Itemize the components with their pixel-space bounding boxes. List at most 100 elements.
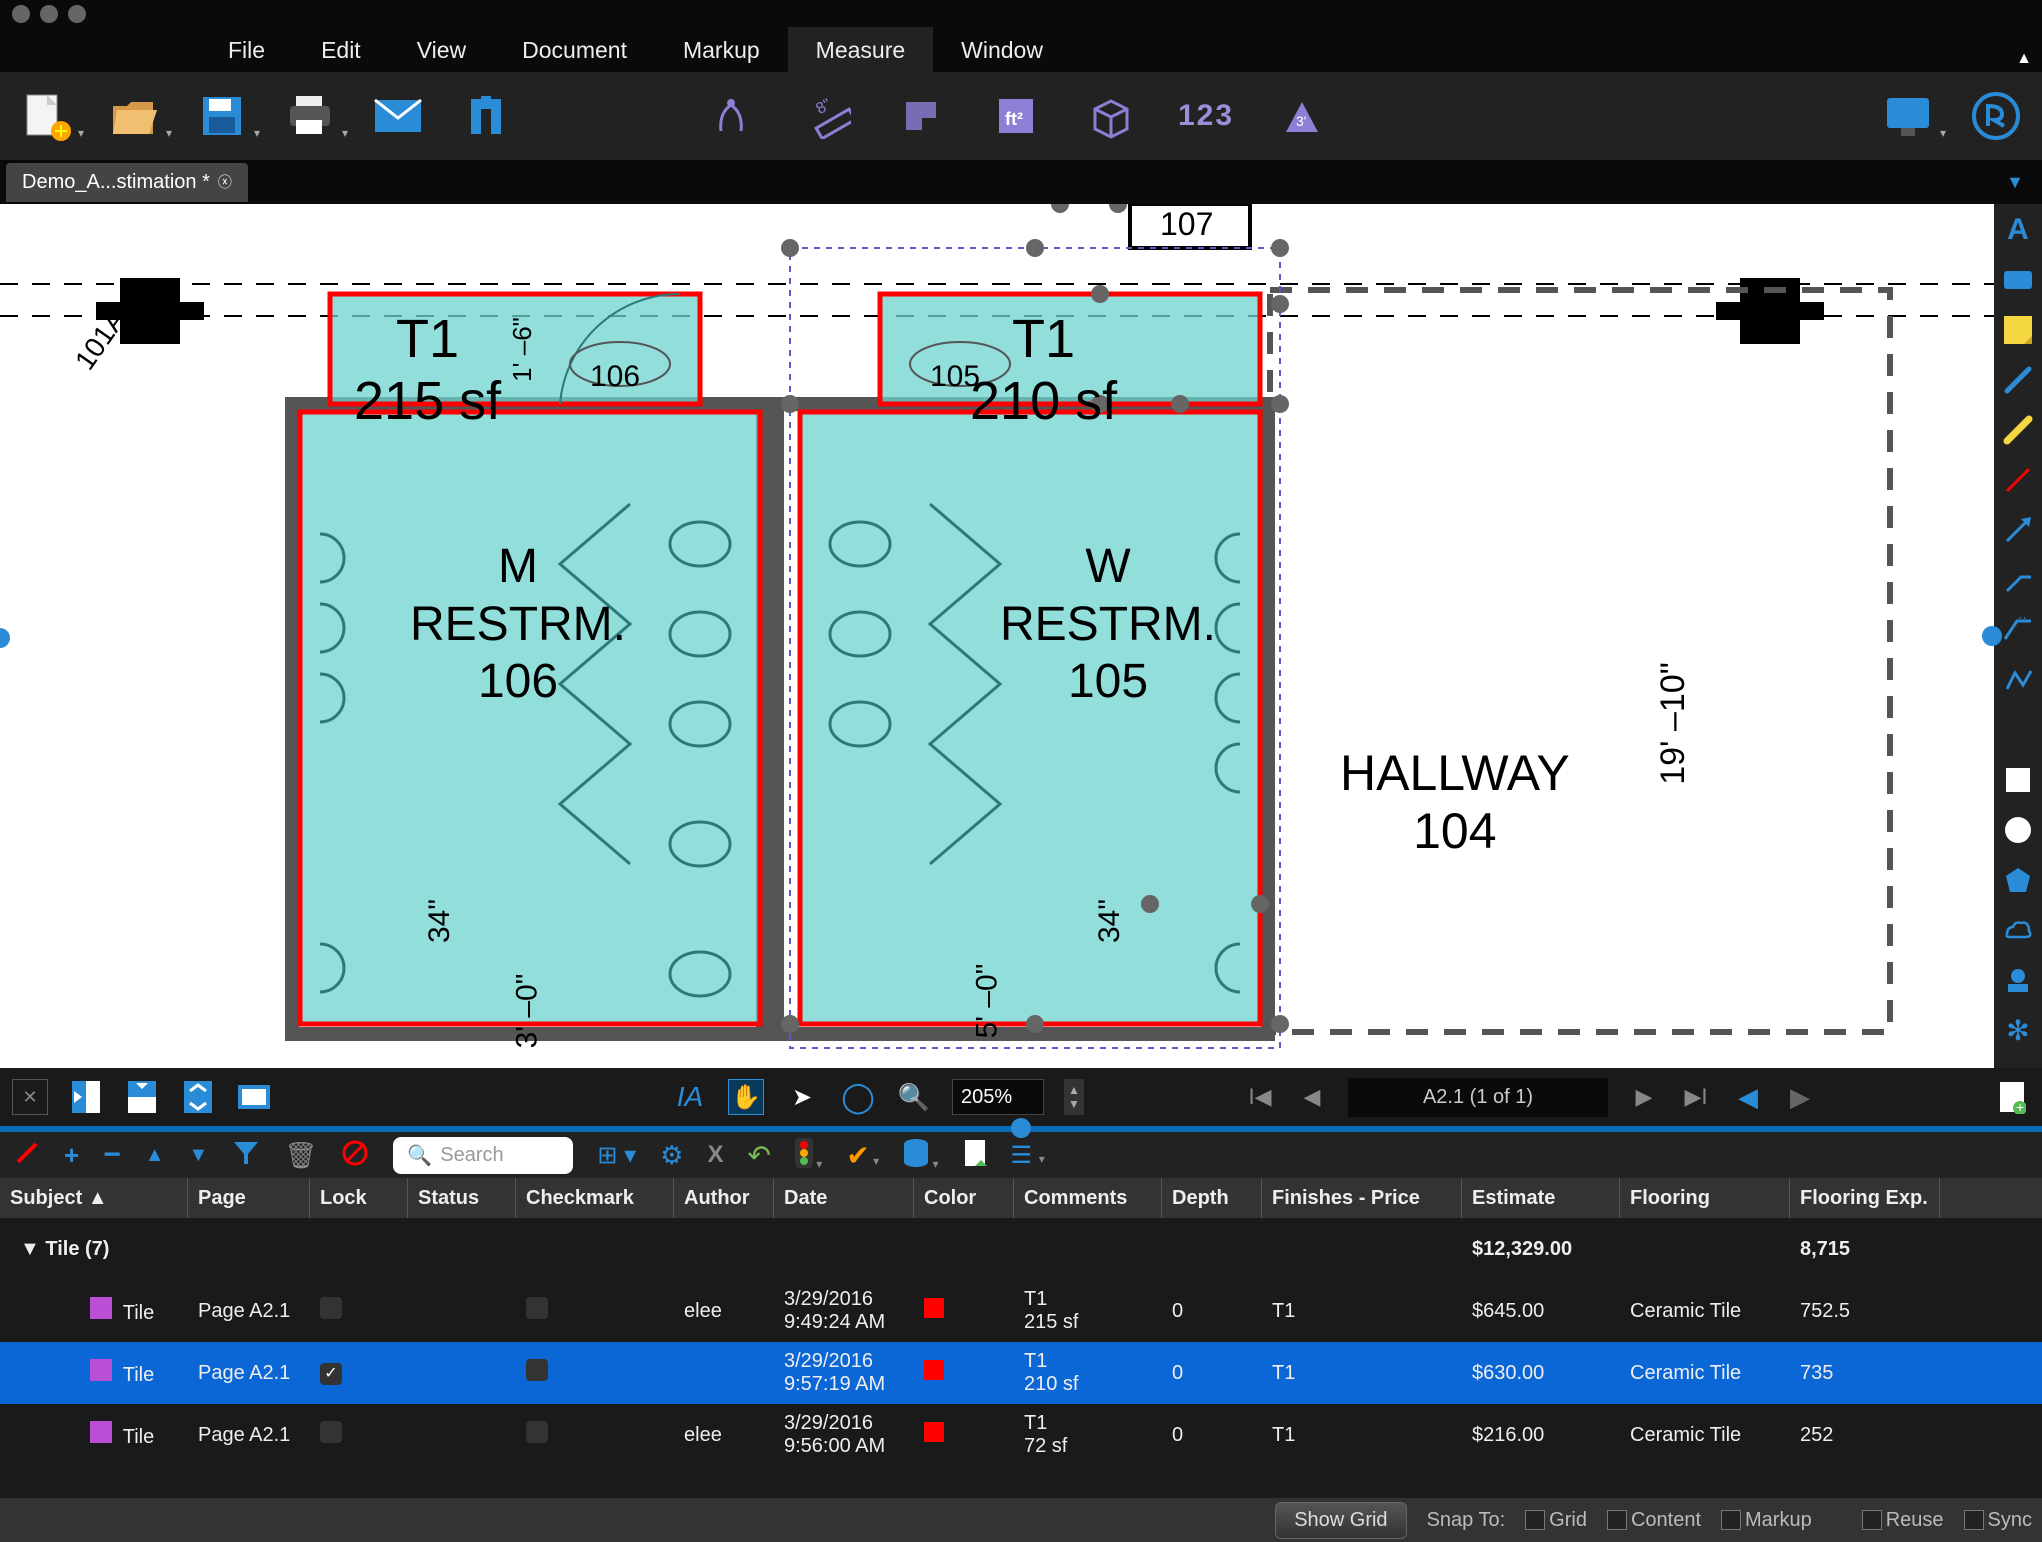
length-tool-icon[interactable]: 8"	[802, 90, 854, 142]
zoom-input[interactable]	[952, 1079, 1044, 1115]
column-header[interactable]: Estimate	[1462, 1178, 1620, 1218]
fit-width-icon[interactable]	[236, 1079, 272, 1115]
column-header[interactable]: Subject ▲	[0, 1178, 188, 1218]
new-file-button[interactable]: ▾	[20, 90, 72, 142]
reply-icon[interactable]: ↶	[747, 1139, 770, 1172]
polyline-tool-icon[interactable]	[2002, 664, 2034, 696]
delete-icon[interactable]: X	[707, 1141, 723, 1169]
count-tool-button[interactable]: 123	[1178, 99, 1234, 133]
text-tool-icon[interactable]: A	[2002, 214, 2034, 246]
email-button[interactable]	[372, 90, 424, 142]
text-select-tool-icon[interactable]: IA	[672, 1079, 708, 1115]
reuse-checkbox[interactable]	[1862, 1510, 1882, 1530]
close-tab-icon[interactable]: ⓧ	[218, 172, 232, 192]
document-tab[interactable]: Demo_A...stimation * ⓧ	[6, 163, 248, 202]
snap-content-checkbox[interactable]	[1607, 1510, 1627, 1530]
prev-view-icon[interactable]: ◀	[1732, 1081, 1764, 1113]
polygon-tool-icon[interactable]	[2002, 864, 2034, 896]
move-up-icon[interactable]: ▲	[145, 1144, 165, 1167]
column-header[interactable]: Flooring	[1620, 1178, 1790, 1218]
column-header[interactable]: Color	[914, 1178, 1014, 1218]
export-icon[interactable]	[963, 1138, 987, 1173]
traffic-max-icon[interactable]	[68, 5, 86, 23]
checkmark-box[interactable]	[526, 1359, 548, 1381]
calibrate-tool-icon[interactable]	[708, 90, 760, 142]
lock-checkbox[interactable]	[320, 1421, 342, 1443]
column-header[interactable]: Page	[188, 1178, 310, 1218]
remove-markup-icon[interactable]: −	[103, 1138, 121, 1172]
zoom-tool-icon[interactable]: 🔍	[896, 1079, 932, 1115]
open-file-button[interactable]: ▾	[108, 90, 160, 142]
menu-file[interactable]: File	[200, 27, 293, 74]
summary-row[interactable]: ▼ Tile (7) $12,329.00 8,715	[0, 1218, 2042, 1280]
print-button[interactable]: ▾	[284, 90, 336, 142]
lasso-tool-icon[interactable]: ◯	[840, 1079, 876, 1115]
panel-handle-right[interactable]	[1982, 626, 2002, 646]
list-icon[interactable]: ☰ ▾	[1011, 1141, 1045, 1170]
snap-markup-checkbox[interactable]	[1721, 1510, 1741, 1530]
drawing-canvas[interactable]: 101A T1 215 sf 106 M RESTRM. 106 T1 210 …	[0, 204, 1994, 1068]
menu-view[interactable]: View	[389, 27, 494, 74]
volume-tool-icon[interactable]	[1084, 90, 1136, 142]
column-header[interactable]: Finishes - Price	[1262, 1178, 1462, 1218]
stamp-tool-icon[interactable]	[2002, 964, 2034, 996]
next-view-icon[interactable]: ▶	[1784, 1081, 1816, 1113]
table-row[interactable]: Tile Page A2.1 elee 3/29/2016 9:56:00 AM…	[0, 1404, 2042, 1466]
last-page-icon[interactable]: ▶I	[1680, 1081, 1712, 1113]
menu-markup[interactable]: Markup	[655, 27, 788, 74]
typewriter-tool-icon[interactable]	[2002, 264, 2034, 296]
checkmark-box[interactable]	[526, 1421, 548, 1443]
prev-page-icon[interactable]: ◀	[1296, 1081, 1328, 1113]
lock-checkbox[interactable]: ✓	[320, 1363, 342, 1385]
columns-icon[interactable]: ⊞ ▾	[597, 1141, 636, 1170]
dimension-tool-icon[interactable]: A	[2002, 614, 2034, 646]
settings-gear-icon[interactable]: ✻	[2002, 1014, 2034, 1046]
column-header[interactable]: Depth	[1162, 1178, 1262, 1218]
new-page-icon[interactable]: +	[1994, 1079, 2030, 1115]
markup-search-input[interactable]: 🔍Search	[393, 1137, 573, 1174]
ellipse-tool-icon[interactable]	[2002, 814, 2034, 846]
cloud-tool-icon[interactable]	[2002, 914, 2034, 946]
status-light-icon[interactable]: ▾	[795, 1138, 822, 1173]
area-tool-icon[interactable]	[896, 90, 948, 142]
table-row[interactable]: Tile Page A2.1 elee 3/29/2016 9:49:24 AM…	[0, 1280, 2042, 1342]
lock-checkbox[interactable]	[320, 1297, 342, 1319]
callout-tool-icon[interactable]	[2002, 564, 2034, 596]
menu-window[interactable]: Window	[933, 27, 1071, 74]
pan-tool-icon[interactable]: ✋	[728, 1079, 764, 1115]
note-tool-icon[interactable]	[2002, 314, 2034, 346]
single-page-icon[interactable]	[68, 1079, 104, 1115]
panel-collapse-icon[interactable]: ▲	[2016, 50, 2032, 68]
traffic-close-icon[interactable]	[12, 5, 30, 23]
snap-grid-checkbox[interactable]	[1525, 1510, 1545, 1530]
split-handle[interactable]	[1011, 1118, 1031, 1138]
pen-tool-icon[interactable]	[2002, 364, 2034, 396]
fit-page-icon[interactable]	[180, 1079, 216, 1115]
dynamic-fill-tool-icon[interactable]: ft²	[990, 90, 1042, 142]
checkmark-icon[interactable]: ✔ ▾	[846, 1139, 879, 1172]
add-markup-icon[interactable]: +	[64, 1140, 79, 1171]
column-header[interactable]: Date	[774, 1178, 914, 1218]
menu-measure[interactable]: Measure	[788, 27, 933, 74]
revu-logo-icon[interactable]	[1970, 90, 2022, 142]
page-indicator[interactable]: A2.1 (1 of 1)	[1348, 1078, 1608, 1117]
column-header[interactable]: Flooring Exp.	[1790, 1178, 1940, 1218]
column-header[interactable]: Comments	[1014, 1178, 1162, 1218]
save-button[interactable]: ▾	[196, 90, 248, 142]
column-header[interactable]: Checkmark	[516, 1178, 674, 1218]
filled-rect-tool-icon[interactable]	[2002, 764, 2034, 796]
rectangle-tool-icon[interactable]	[2002, 714, 2034, 746]
filter-icon[interactable]	[232, 1140, 260, 1171]
first-page-icon[interactable]: I◀	[1244, 1081, 1276, 1113]
clear-icon[interactable]	[341, 1139, 369, 1172]
highlight-tool-icon[interactable]	[2002, 414, 2034, 446]
sync-checkbox[interactable]	[1964, 1510, 1984, 1530]
menu-edit[interactable]: Edit	[293, 27, 389, 74]
show-grid-button[interactable]: Show Grid	[1275, 1502, 1406, 1539]
continuous-page-icon[interactable]	[124, 1079, 160, 1115]
presentation-button[interactable]: ▾	[1882, 90, 1934, 142]
menu-document[interactable]: Document	[494, 27, 655, 74]
manage-columns-icon[interactable]: ⚙	[660, 1140, 683, 1171]
zoom-stepper-icon[interactable]: ▲▼	[1064, 1079, 1084, 1115]
select-tool-icon[interactable]: ➤	[784, 1079, 820, 1115]
